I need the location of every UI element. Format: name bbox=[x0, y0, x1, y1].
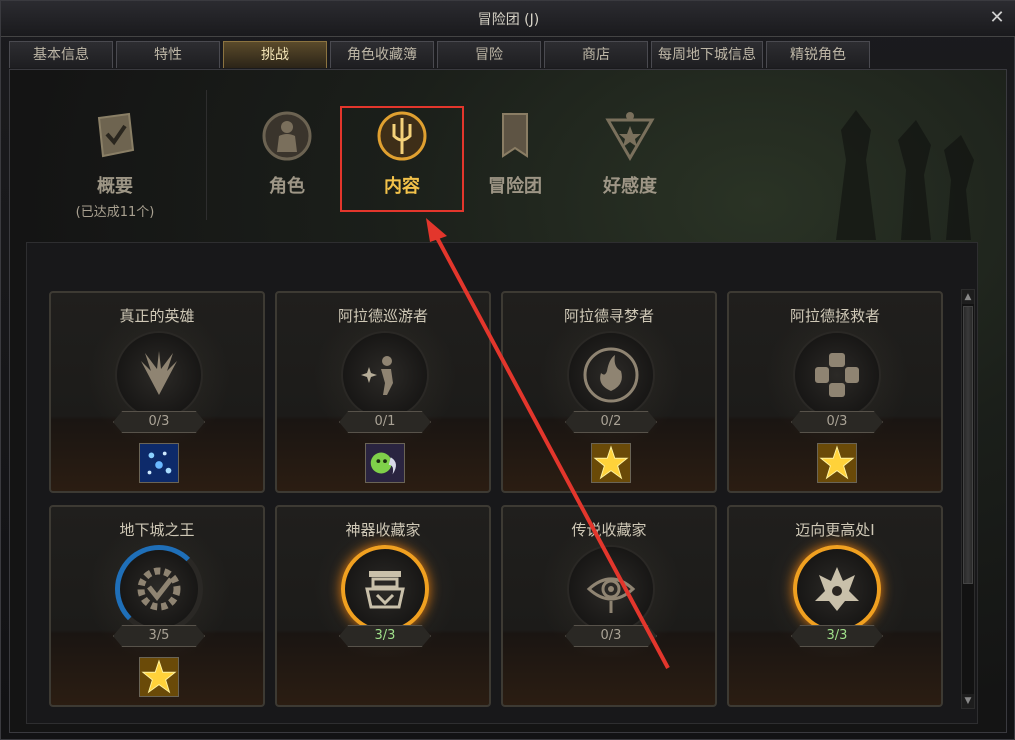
category-row: 概要 (已达成11个) 角色 内容 冒险团 好感度 bbox=[10, 70, 1006, 238]
annotation-highlight-box bbox=[340, 106, 464, 212]
achievement-card[interactable]: 地下城之王 3/5 bbox=[49, 505, 265, 707]
gold-star-reward-icon[interactable] bbox=[817, 443, 857, 483]
achievement-progress: 3/3 bbox=[339, 625, 431, 647]
window-titlebar: 冒险团 (J) ✕ bbox=[1, 1, 1015, 37]
legend-eye-icon bbox=[586, 577, 636, 613]
achievement-progress: 3/5 bbox=[113, 625, 205, 647]
achievement-emblem bbox=[341, 545, 429, 633]
tab-bar: 基本信息 特性 挑战 角色收藏簿 冒险 商店 每周地下城信息 精锐角色 bbox=[9, 41, 870, 69]
achievement-emblem bbox=[793, 545, 881, 633]
achievement-progress: 0/3 bbox=[565, 625, 657, 647]
category-affection-label: 好感度 bbox=[603, 176, 657, 197]
challenge-content: 概要 (已达成11个) 角色 内容 冒险团 好感度 真正的英雄 0/3 阿拉德巡… bbox=[9, 69, 1007, 733]
gold-star-reward-icon[interactable] bbox=[139, 657, 179, 697]
achievement-grid: 真正的英雄 0/3 阿拉德巡游者 0/1 阿拉德寻梦者 0/2 阿拉德拯救者 0… bbox=[26, 242, 978, 724]
achievement-card[interactable]: 神器收藏家 3/3 bbox=[275, 505, 491, 707]
achievement-progress: 0/3 bbox=[791, 411, 883, 433]
achievement-card[interactable]: 真正的英雄 0/3 bbox=[49, 291, 265, 493]
achievement-title: 阿拉德拯救者 bbox=[789, 307, 880, 325]
tab-adventure[interactable]: 冒险 bbox=[437, 41, 541, 68]
achievement-card[interactable]: 传说收藏家 0/3 bbox=[501, 505, 717, 707]
banner-icon bbox=[502, 113, 528, 158]
category-adventure-group-label: 冒险团 bbox=[488, 176, 542, 197]
achievement-progress: 0/3 bbox=[113, 411, 205, 433]
achievement-progress: 0/2 bbox=[565, 411, 657, 433]
artifact-chest-icon bbox=[365, 571, 405, 609]
tab-elite-character[interactable]: 精锐角色 bbox=[766, 41, 870, 68]
checklist-scroll-icon bbox=[97, 112, 135, 158]
achievement-title: 地下城之王 bbox=[119, 521, 195, 539]
scroll-down-icon[interactable]: ▼ bbox=[962, 694, 974, 708]
achievement-card[interactable]: 迈向更高处I 3/3 bbox=[727, 505, 943, 707]
category-character[interactable]: 角色 bbox=[232, 110, 342, 198]
achievement-title: 迈向更高处I bbox=[795, 521, 875, 539]
gear-check-icon bbox=[137, 567, 181, 611]
adventure-group-window: 冒险团 (J) ✕ 基本信息 特性 挑战 角色收藏簿 冒险 商店 每周地下城信息… bbox=[0, 0, 1015, 740]
category-divider bbox=[206, 90, 207, 220]
achievement-progress: 3/3 bbox=[791, 625, 883, 647]
scroll-thumb[interactable] bbox=[963, 306, 973, 584]
tab-weekly-dungeon[interactable]: 每周地下城信息 bbox=[651, 41, 763, 68]
category-overview[interactable]: 概要 (已达成11个) bbox=[60, 110, 170, 220]
blue-sparkle-reward-icon[interactable] bbox=[139, 443, 179, 483]
achievement-progress: 0/1 bbox=[339, 411, 431, 433]
character-silhouette-icon bbox=[262, 111, 312, 161]
tab-shop[interactable]: 商店 bbox=[544, 41, 648, 68]
category-adventure-group[interactable]: 冒险团 bbox=[460, 110, 570, 198]
achievement-emblem bbox=[567, 545, 655, 633]
achievement-title: 阿拉德寻梦者 bbox=[563, 307, 654, 325]
tab-character-collection[interactable]: 角色收藏簿 bbox=[330, 41, 434, 68]
achievement-title: 传说收藏家 bbox=[571, 521, 647, 539]
vertical-scrollbar[interactable]: ▲ ▼ bbox=[961, 289, 975, 709]
scroll-up-icon[interactable]: ▲ bbox=[962, 290, 974, 304]
star-triangle-icon bbox=[605, 112, 655, 161]
tab-traits[interactable]: 特性 bbox=[116, 41, 220, 68]
achievement-card[interactable]: 阿拉德巡游者 0/1 bbox=[275, 291, 491, 493]
feather-wings-icon bbox=[141, 351, 177, 395]
achievement-emblem bbox=[115, 545, 203, 633]
category-affection[interactable]: 好感度 bbox=[575, 110, 685, 198]
demon-crest-icon bbox=[815, 567, 859, 611]
category-character-label: 角色 bbox=[269, 176, 305, 197]
category-overview-label: 概要 bbox=[97, 176, 133, 197]
green-ghost-reward-icon[interactable] bbox=[365, 443, 405, 483]
achievement-title: 阿拉德巡游者 bbox=[337, 307, 428, 325]
achievement-title: 神器收藏家 bbox=[345, 521, 421, 539]
tab-challenge[interactable]: 挑战 bbox=[223, 41, 327, 68]
dream-flame-icon bbox=[583, 347, 639, 403]
achievement-card[interactable]: 阿拉德寻梦者 0/2 bbox=[501, 291, 717, 493]
achievement-card[interactable]: 阿拉德拯救者 0/3 bbox=[727, 291, 943, 493]
gold-star-reward-icon[interactable] bbox=[591, 443, 631, 483]
achievement-emblem bbox=[341, 331, 429, 419]
achievement-emblem bbox=[793, 331, 881, 419]
close-icon[interactable]: ✕ bbox=[986, 7, 1008, 29]
achievement-title: 真正的英雄 bbox=[119, 307, 195, 325]
achievement-emblem bbox=[115, 331, 203, 419]
category-overview-count: (已达成11个) bbox=[75, 205, 155, 220]
window-title: 冒险团 (J) bbox=[477, 12, 540, 28]
savior-cross-icon bbox=[815, 353, 859, 397]
achievement-emblem bbox=[567, 331, 655, 419]
wanderer-icon bbox=[361, 356, 393, 395]
tab-basic-info[interactable]: 基本信息 bbox=[9, 41, 113, 68]
